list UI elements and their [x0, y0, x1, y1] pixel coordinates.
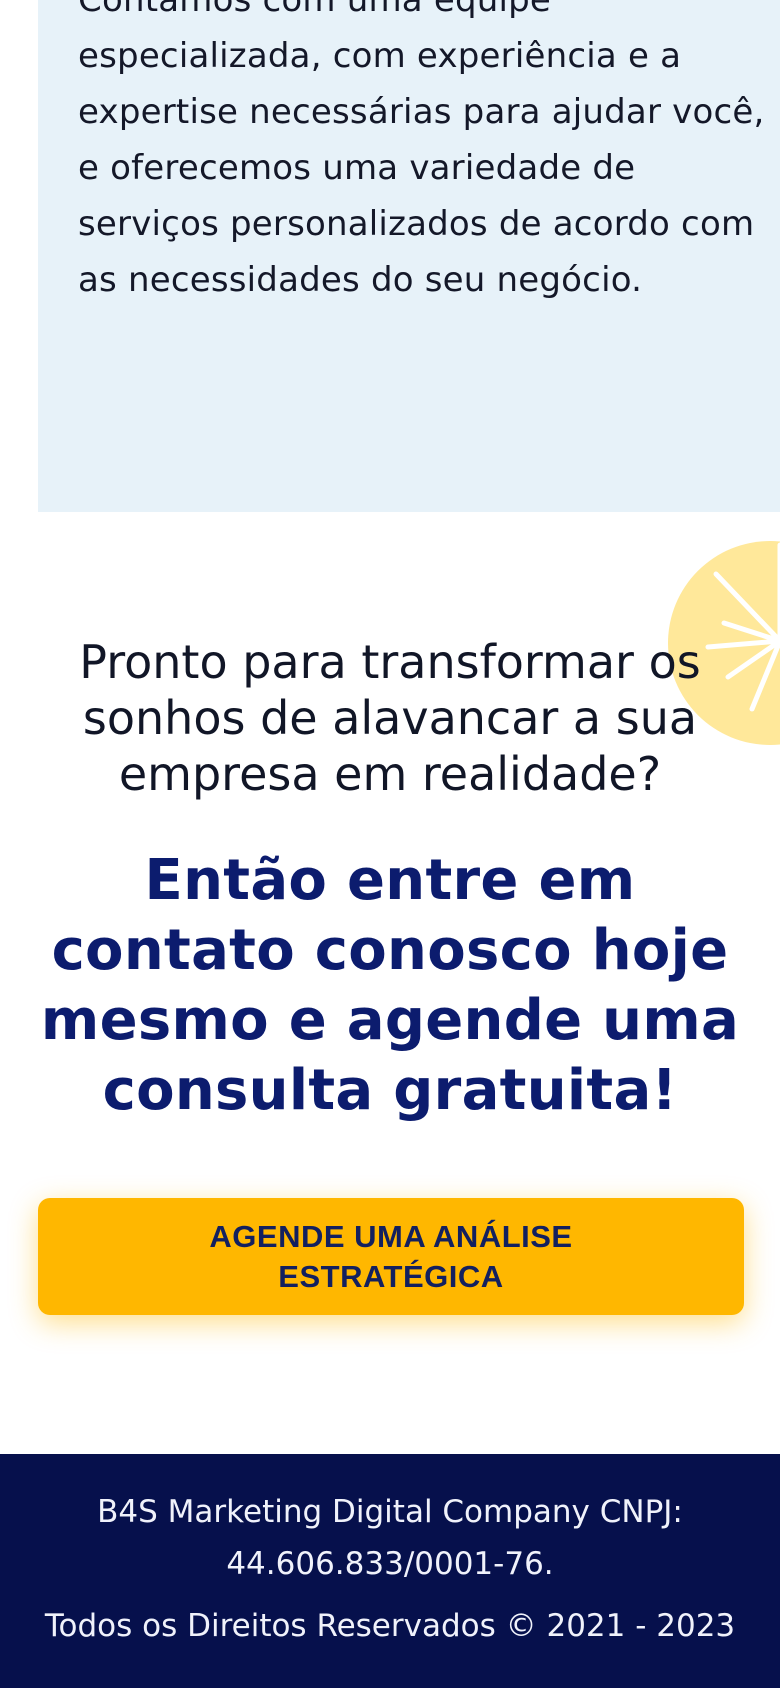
- schedule-analysis-button[interactable]: AGENDE UMA ANÁLISE ESTRATÉGICA: [38, 1198, 744, 1315]
- lead-question: Pronto para transformar os sonhos de ala…: [79, 635, 701, 801]
- footer: B4S Marketing Digital Company CNPJ: 44.6…: [0, 1454, 780, 1688]
- cta-heading: Então entre em contato conosco hoje mesm…: [40, 848, 740, 1123]
- intro-panel: Contamos com uma equipe especializada, c…: [38, 0, 780, 512]
- intro-text: Contamos com uma equipe especializada, c…: [78, 0, 765, 300]
- page: Contamos com uma equipe especializada, c…: [0, 0, 780, 1688]
- footer-company-info: B4S Marketing Digital Company CNPJ: 44.6…: [97, 1494, 683, 1582]
- footer-copyright: Todos os Direitos Reservados © 2021 - 20…: [44, 1608, 736, 1644]
- schedule-analysis-label: AGENDE UMA ANÁLISE ESTRATÉGICA: [209, 1218, 573, 1294]
